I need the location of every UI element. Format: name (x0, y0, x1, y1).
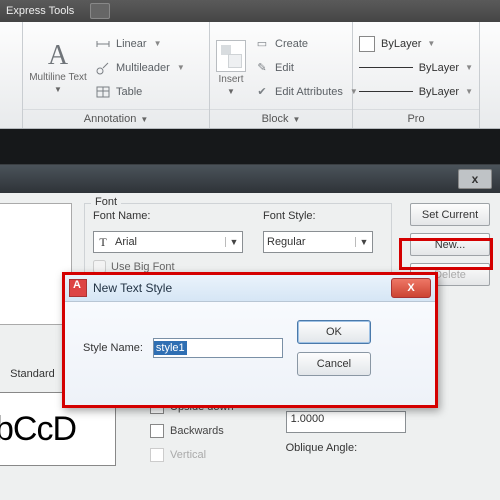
current-style-name: Standard (10, 368, 55, 380)
width-factor-input[interactable]: 1.0000 (286, 411, 406, 433)
chevron-down-icon: ▼ (227, 87, 235, 96)
chevron-down-icon: ▼ (355, 237, 372, 247)
attributes-icon: ✔ (254, 84, 270, 100)
panel-title-block: Block (262, 113, 289, 125)
style-name-value: style1 (154, 341, 187, 355)
linetype-control[interactable]: ByLayer▼ (359, 57, 473, 79)
color-bylayer-label: ByLayer (381, 38, 421, 50)
app-icon (69, 279, 87, 297)
dialog-close-button[interactable]: X (391, 278, 431, 298)
panel-title-properties: Pro (407, 113, 424, 125)
table-button[interactable]: Table (91, 81, 189, 103)
font-style-label: Font Style: (263, 210, 373, 222)
font-name-label: Font Name: (93, 210, 243, 222)
create-label: Create (275, 38, 308, 50)
oblique-angle-label: Oblique Angle: (286, 442, 406, 454)
chevron-down-icon[interactable]: ▼ (140, 115, 148, 124)
insert-icon (216, 40, 246, 72)
line-icon (359, 91, 413, 92)
lineweight-control[interactable]: ByLayer▼ (359, 81, 473, 103)
linear-dimension-button[interactable]: Linear▼ (91, 33, 189, 55)
color-control[interactable]: ByLayer▼ (359, 33, 473, 55)
line-icon (359, 67, 413, 68)
new-text-style-dialog: New Text Style X Style Name: style1 OK C… (62, 272, 438, 408)
panel-annotation: A Multiline Text ▼ Linear▼ Multileader▼ … (23, 22, 210, 128)
lineweight-bylayer-label: ByLayer (419, 86, 459, 98)
font-style-combo[interactable]: Regular ▼ (263, 231, 373, 253)
multileader-button[interactable]: Multileader▼ (91, 57, 189, 79)
dialog-close-button[interactable]: x (458, 169, 492, 189)
color-swatch-icon (359, 36, 375, 52)
linetype-bylayer-label: ByLayer (419, 62, 459, 74)
truetype-icon: T (94, 235, 112, 250)
insert-block-button[interactable]: Insert ▼ (216, 26, 246, 109)
dialog-titlebar[interactable]: x (0, 165, 500, 193)
chevron-down-icon: ▼ (225, 237, 242, 247)
backwards-label: Backwards (170, 425, 224, 437)
cancel-button[interactable]: Cancel (297, 352, 371, 376)
create-icon: ▭ (254, 36, 270, 52)
chevron-down-icon[interactable]: ▼ (292, 115, 300, 124)
backwards-checkbox[interactable]: Backwards (150, 424, 234, 438)
drawing-area[interactable] (0, 129, 500, 165)
edit-block-button[interactable]: ✎ Edit (250, 57, 362, 79)
edit-attributes-button[interactable]: ✔Edit Attributes▼ (250, 81, 362, 103)
table-icon (95, 84, 111, 100)
style-name-input[interactable]: style1 (153, 338, 283, 358)
multileader-label: Multileader (116, 62, 170, 74)
dialog-titlebar[interactable]: New Text Style X (65, 275, 435, 302)
table-label: Table (116, 86, 142, 98)
font-group-label: Font (91, 196, 121, 208)
edit-label: Edit (275, 62, 294, 74)
multiline-text-label: Multiline Text (29, 72, 87, 83)
new-text-style-title: New Text Style (93, 281, 391, 295)
vertical-label: Vertical (170, 449, 206, 461)
tab-express-tools[interactable]: Express Tools (6, 5, 74, 17)
font-style-value: Regular (264, 236, 355, 248)
edit-attributes-label: Edit Attributes (275, 86, 343, 98)
ok-button[interactable]: OK (297, 320, 371, 344)
new-style-button[interactable]: New... (410, 233, 490, 256)
ribbon: A Multiline Text ▼ Linear▼ Multileader▼ … (0, 22, 500, 129)
linear-label: Linear (116, 38, 147, 50)
linear-icon (95, 36, 111, 52)
set-current-button[interactable]: Set Current (410, 203, 490, 226)
multileader-icon (95, 60, 111, 76)
use-big-font-label: Use Big Font (111, 261, 175, 273)
insert-label: Insert (218, 74, 243, 85)
vertical-checkbox: Vertical (150, 448, 234, 462)
create-block-button[interactable]: ▭ Create (250, 33, 362, 55)
font-name-value: Arial (112, 236, 225, 248)
panel-block: Insert ▼ ▭ Create ✎ Edit ✔ Edit Attributes ▼… (210, 22, 353, 128)
chevron-down-icon: ▼ (54, 85, 62, 94)
panel-title-annotation: Annotation (84, 113, 137, 125)
panel-properties: ByLayer▼ ByLayer▼ ByLayer▼ Pro (353, 22, 480, 128)
font-name-combo[interactable]: T Arial ▼ (93, 231, 243, 253)
multiline-text-button[interactable]: A Multiline Text ▼ (29, 26, 87, 109)
text-icon: A (48, 42, 68, 70)
style-name-label: Style Name: (83, 342, 143, 354)
edit-icon: ✎ (254, 60, 270, 76)
ribbon-minimize-icon[interactable] (90, 3, 110, 19)
